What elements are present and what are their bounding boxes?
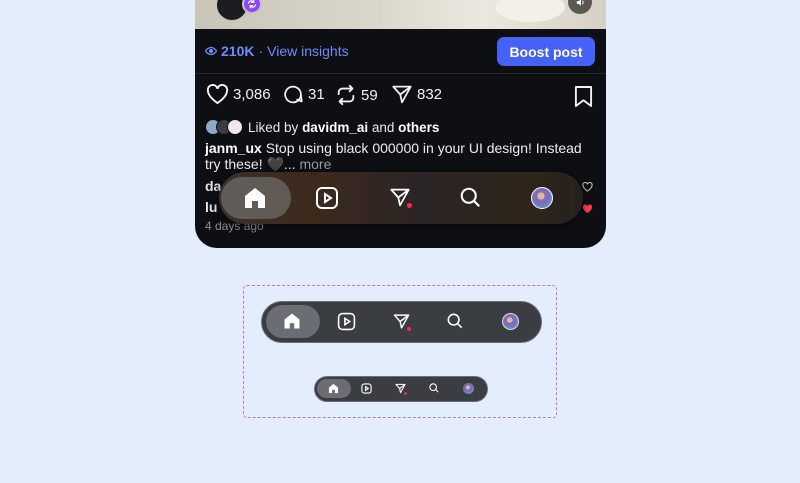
profile-avatar[interactable] bbox=[502, 313, 519, 330]
post-caption: janm_ux Stop using black 000000 in your … bbox=[205, 140, 600, 172]
comment-like-icon[interactable] bbox=[582, 179, 593, 197]
comment-liked-icon[interactable] bbox=[582, 201, 593, 219]
reels-icon[interactable] bbox=[361, 383, 372, 394]
notification-dot bbox=[407, 203, 412, 208]
bookmark-icon[interactable] bbox=[574, 86, 593, 112]
home-icon[interactable] bbox=[243, 186, 267, 210]
reposts-count: 59 bbox=[361, 86, 378, 104]
notification-dot bbox=[407, 327, 411, 331]
comment-username[interactable]: lu bbox=[205, 199, 217, 215]
bottom-nav-bar bbox=[219, 172, 583, 224]
boost-post-button[interactable]: Boost post bbox=[497, 37, 595, 66]
post-card: 210K · View insights Boost post 3,086 31… bbox=[195, 0, 606, 248]
profile-avatar[interactable] bbox=[531, 187, 553, 209]
send-icon bbox=[392, 85, 412, 104]
liked-by-user[interactable]: davidm_ai bbox=[302, 120, 368, 135]
home-icon[interactable] bbox=[283, 312, 301, 330]
liked-by-row: Liked by davidm_ai and others bbox=[205, 119, 439, 135]
likes-count: 3,086 bbox=[233, 86, 271, 103]
heart-icon bbox=[206, 84, 229, 105]
search-icon[interactable] bbox=[429, 383, 439, 393]
eye-icon bbox=[205, 46, 217, 56]
reels-icon[interactable] bbox=[337, 312, 356, 331]
home-icon[interactable] bbox=[328, 383, 339, 394]
comment-action[interactable]: 31 bbox=[282, 84, 325, 105]
search-icon[interactable] bbox=[447, 313, 463, 329]
nav-bar-variants-frame bbox=[243, 285, 557, 418]
caption-text: Stop using black 000000 in your UI desig… bbox=[205, 140, 582, 172]
caption-username[interactable]: janm_ux bbox=[205, 140, 262, 156]
post-actions: 3,086 31 59 832 bbox=[195, 84, 606, 110]
post-media[interactable] bbox=[195, 0, 606, 29]
insights-row: 210K · View insights Boost post bbox=[195, 29, 606, 74]
search-icon[interactable] bbox=[460, 187, 481, 208]
view-insights-link[interactable]: 210K · View insights bbox=[205, 43, 349, 59]
share-action[interactable]: 832 bbox=[391, 84, 442, 105]
profile-avatar[interactable] bbox=[463, 383, 474, 394]
repost-action[interactable]: 59 bbox=[335, 84, 378, 106]
nav-bar-small bbox=[314, 376, 488, 402]
nav-bar-large bbox=[261, 301, 542, 343]
caption-more-link[interactable]: more bbox=[299, 156, 331, 172]
repost-badge-icon bbox=[242, 0, 262, 14]
notification-dot bbox=[404, 392, 407, 395]
shares-count: 832 bbox=[417, 86, 443, 103]
liker-avatar bbox=[227, 119, 243, 135]
sound-icon[interactable] bbox=[568, 0, 592, 14]
like-action[interactable]: 3,086 bbox=[206, 84, 271, 105]
liked-by-others[interactable]: others bbox=[398, 120, 439, 135]
views-count: 210K bbox=[221, 43, 255, 59]
repost-icon bbox=[337, 84, 355, 106]
comments-count: 31 bbox=[308, 86, 325, 103]
insights-label: View insights bbox=[267, 43, 349, 59]
comment-icon bbox=[284, 85, 303, 104]
reels-icon[interactable] bbox=[315, 186, 339, 210]
